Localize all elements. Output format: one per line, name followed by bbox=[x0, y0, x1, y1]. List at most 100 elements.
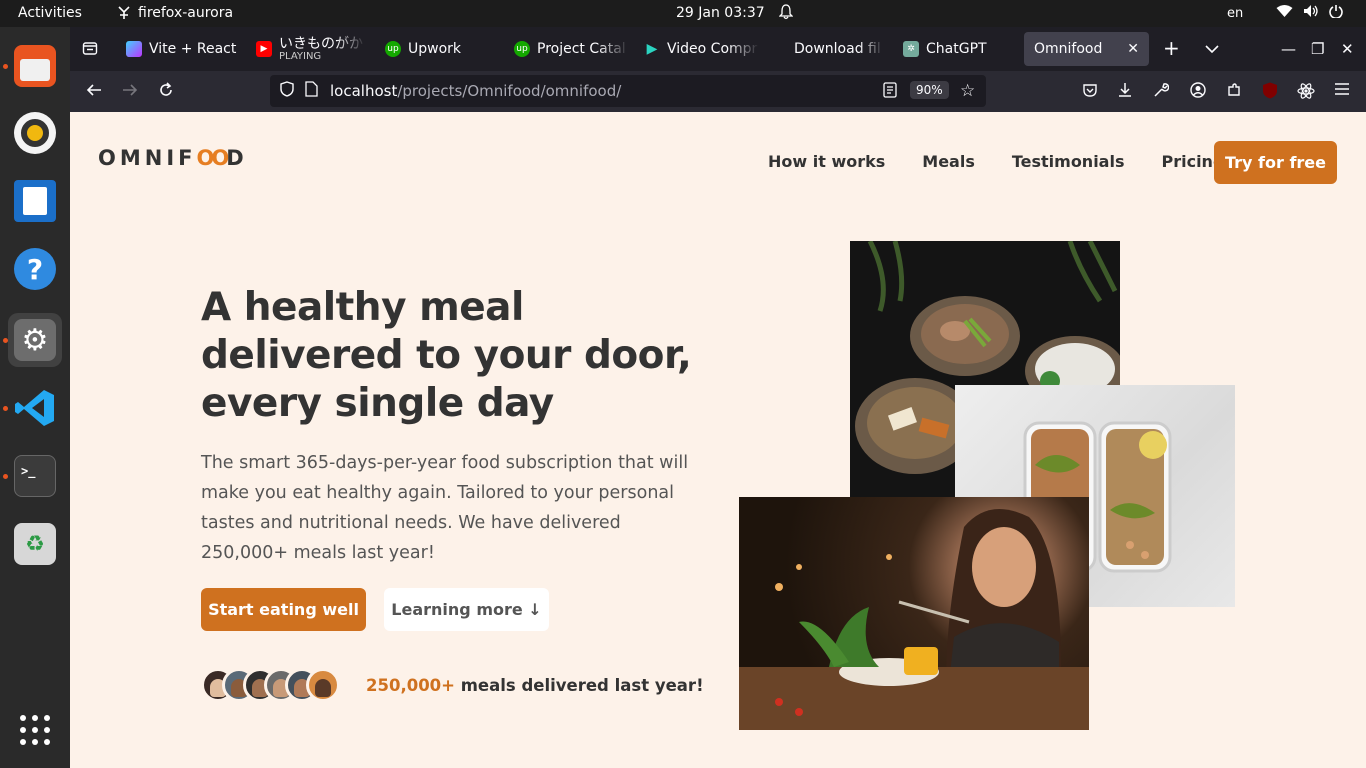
hero-photo-woman-eating bbox=[739, 497, 1089, 730]
customer-avatars bbox=[201, 668, 340, 702]
forward-arrow-icon bbox=[123, 84, 138, 96]
dock-trash[interactable]: ♻ bbox=[8, 517, 62, 571]
tab-label: Download fil bbox=[794, 41, 881, 57]
logo-text-start: OMNIF bbox=[98, 146, 197, 170]
help-icon: ? bbox=[14, 248, 56, 290]
wifi-icon bbox=[1276, 5, 1293, 17]
close-window-button[interactable]: ✕ bbox=[1341, 40, 1354, 58]
app-name: firefox-aurora bbox=[138, 5, 234, 21]
bookmark-star-icon[interactable]: ☆ bbox=[960, 81, 975, 101]
browser-tab-bar: Vite + React ▶ いきものがか PLAYING up Upwork … bbox=[70, 27, 1366, 71]
upwork-icon: up bbox=[514, 41, 530, 57]
try-for-free-button[interactable]: Try for free bbox=[1214, 141, 1337, 184]
clock[interactable]: 29 Jan 03:37 bbox=[676, 5, 765, 21]
app-menu[interactable]: firefox-aurora bbox=[116, 5, 233, 21]
logo-text-end: D bbox=[226, 146, 248, 170]
rhythmbox-icon bbox=[14, 112, 56, 154]
tab-label: Project Catal bbox=[537, 41, 626, 57]
reload-icon bbox=[160, 82, 172, 96]
settings-gear-icon: ⚙ bbox=[14, 319, 56, 361]
url-host: localhost bbox=[330, 82, 398, 100]
reload-button[interactable] bbox=[158, 82, 174, 102]
omnifood-logo[interactable]: OMNIFOOD bbox=[98, 146, 248, 170]
shield-icon[interactable] bbox=[279, 81, 295, 101]
zoom-indicator[interactable]: 90% bbox=[910, 81, 949, 99]
play-icon: ▶ bbox=[646, 41, 658, 57]
volume-icon bbox=[1304, 5, 1318, 17]
tab-video-compressor[interactable]: ▶ Video Compr bbox=[634, 32, 759, 66]
list-all-tabs-button[interactable] bbox=[1205, 40, 1219, 58]
nav-meals[interactable]: Meals bbox=[922, 152, 975, 171]
dock-writer[interactable] bbox=[8, 174, 62, 228]
wrench-icon[interactable] bbox=[1153, 82, 1170, 102]
account-icon[interactable] bbox=[1190, 82, 1206, 102]
back-button[interactable] bbox=[86, 82, 102, 102]
downloads-icon[interactable] bbox=[1117, 82, 1133, 102]
tab-label: Upwork bbox=[408, 41, 462, 57]
dock-files[interactable] bbox=[8, 39, 62, 93]
hero-title: A healthy meal delivered to your door, e… bbox=[201, 285, 692, 426]
nav-how-it-works[interactable]: How it works bbox=[768, 152, 885, 171]
trash-icon: ♻ bbox=[14, 523, 56, 565]
chatgpt-icon: ✲ bbox=[903, 41, 919, 57]
notification-bell-icon[interactable] bbox=[778, 4, 794, 24]
main-nav: How it works Meals Testimonials Pricing bbox=[768, 152, 1224, 171]
playing-label: PLAYING bbox=[279, 51, 322, 62]
page-icon[interactable] bbox=[305, 81, 318, 101]
hamburger-menu-icon[interactable] bbox=[1334, 82, 1350, 100]
dock-vscode[interactable] bbox=[8, 381, 62, 435]
tab-upwork[interactable]: up Upwork bbox=[375, 32, 495, 66]
minimize-button[interactable]: — bbox=[1281, 40, 1296, 58]
learn-more-button[interactable]: Learning more ↓ bbox=[384, 588, 549, 631]
firefox-view-icon[interactable] bbox=[82, 40, 98, 60]
ublock-origin-icon[interactable] bbox=[1262, 82, 1278, 103]
url-text[interactable]: localhost/projects/Omnifood/omnifood/ bbox=[330, 82, 621, 100]
system-top-bar: Activities firefox-aurora 29 Jan 03:37 e… bbox=[0, 0, 1366, 27]
nav-testimonials[interactable]: Testimonials bbox=[1012, 152, 1125, 171]
meals-delivered-label: meals delivered last year! bbox=[454, 676, 704, 695]
logo-oo: OO bbox=[196, 146, 229, 170]
terminal-icon: >_ bbox=[14, 455, 56, 497]
files-icon bbox=[14, 45, 56, 87]
url-bar[interactable]: localhost/projects/Omnifood/omnifood/ 90… bbox=[270, 75, 986, 107]
upwork-icon: up bbox=[385, 41, 401, 57]
dock-rhythmbox[interactable] bbox=[8, 106, 62, 160]
youtube-icon: ▶ bbox=[256, 41, 272, 57]
tab-label: Omnifood bbox=[1034, 41, 1103, 57]
react-devtools-icon[interactable] bbox=[1297, 82, 1315, 104]
show-apps-button[interactable] bbox=[8, 703, 62, 757]
libreoffice-writer-icon bbox=[14, 180, 56, 222]
dock-terminal[interactable]: >_ bbox=[8, 449, 62, 503]
close-tab-icon[interactable]: ✕ bbox=[1127, 41, 1139, 57]
dock: ? ⚙ >_ ♻ bbox=[0, 27, 70, 768]
meals-delivered-text: 250,000+ meals delivered last year! bbox=[366, 676, 704, 695]
dock-help[interactable]: ? bbox=[8, 242, 62, 296]
system-tray[interactable] bbox=[1276, 4, 1343, 18]
start-eating-well-button[interactable]: Start eating well bbox=[201, 588, 366, 631]
dock-settings[interactable]: ⚙ bbox=[8, 313, 62, 367]
tab-download-file[interactable]: Download fil bbox=[784, 32, 884, 66]
tab-omnifood[interactable]: Omnifood ✕ bbox=[1024, 32, 1149, 66]
pocket-icon[interactable] bbox=[1082, 82, 1098, 102]
web-page: OMNIFOOD How it works Meals Testimonials… bbox=[70, 112, 1366, 768]
meals-delivered-number: 250,000+ bbox=[366, 676, 455, 695]
app-grid-icon bbox=[20, 715, 50, 745]
chevron-down-icon bbox=[1205, 45, 1219, 54]
tab-youtube[interactable]: ▶ いきものがか PLAYING bbox=[246, 32, 366, 66]
browser-nav-bar: localhost/projects/Omnifood/omnifood/ 90… bbox=[70, 71, 1366, 112]
tab-project-catalog[interactable]: up Project Catal bbox=[504, 32, 629, 66]
activities-button[interactable]: Activities bbox=[18, 5, 82, 21]
new-tab-button[interactable]: + bbox=[1163, 36, 1180, 60]
vite-icon bbox=[126, 41, 142, 57]
forward-button[interactable] bbox=[122, 82, 138, 102]
vscode-icon bbox=[14, 387, 56, 429]
tab-label: ChatGPT bbox=[926, 41, 987, 57]
restore-button[interactable]: ❐ bbox=[1311, 40, 1324, 58]
url-path: /projects/Omnifood/omnifood/ bbox=[397, 82, 622, 100]
tab-vite-react[interactable]: Vite + React bbox=[116, 32, 246, 66]
extensions-icon[interactable] bbox=[1226, 82, 1242, 102]
tab-chatgpt[interactable]: ✲ ChatGPT bbox=[893, 32, 1003, 66]
reader-view-icon[interactable] bbox=[883, 82, 897, 102]
tab-label: Video Compr bbox=[667, 41, 758, 57]
language-indicator[interactable]: en bbox=[1227, 6, 1243, 21]
